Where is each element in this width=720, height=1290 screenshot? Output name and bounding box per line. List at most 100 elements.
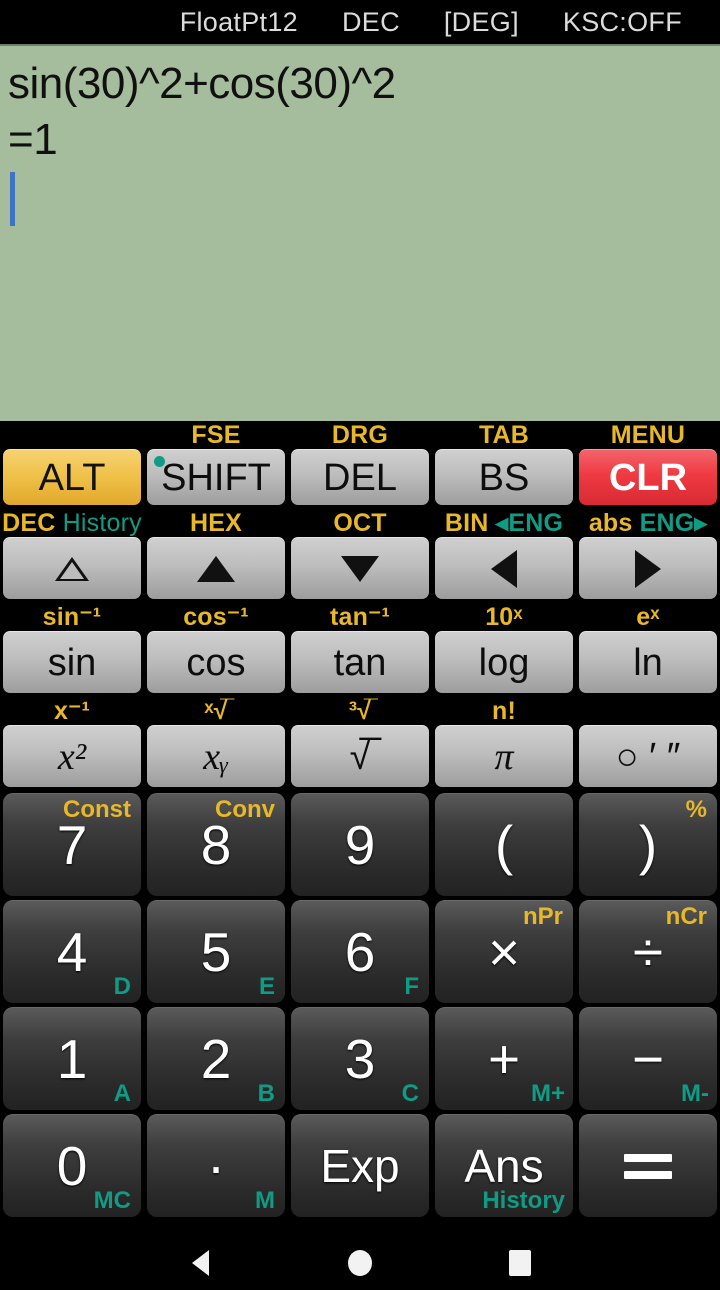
status-number-base[interactable]: DEC: [320, 7, 422, 38]
exponent-button[interactable]: Exp: [291, 1114, 429, 1217]
key-2[interactable]: 2B: [147, 1007, 285, 1110]
divide-button[interactable]: nCr ÷: [579, 900, 717, 1003]
key-7[interactable]: Const 7: [3, 793, 141, 896]
row3-keys: sin cos tan log ln: [0, 631, 720, 697]
open-paren-label: (: [494, 813, 514, 876]
equals-button[interactable]: [579, 1114, 717, 1217]
minus-button[interactable]: − M-: [579, 1007, 717, 1110]
label-cube-root: ³√̅: [348, 696, 372, 725]
key-6-hex-label: F: [404, 973, 419, 1000]
log-button[interactable]: log: [435, 631, 573, 693]
clr-button[interactable]: CLR: [579, 449, 717, 505]
row1-labels: FSE DRG TAB MENU: [0, 421, 720, 449]
triangle-up-outline-icon: [55, 556, 89, 581]
text-cursor: [10, 172, 15, 226]
pi-button[interactable]: π: [435, 725, 573, 787]
cos-button[interactable]: cos: [147, 631, 285, 693]
close-paren-button[interactable]: %): [579, 793, 717, 896]
display-expression: sin(30)^2+cos(30)^2: [8, 59, 396, 108]
status-angle-mode[interactable]: [DEG]: [422, 7, 541, 38]
key-0-label: 0: [56, 1134, 88, 1197]
del-button[interactable]: DEL: [291, 449, 429, 505]
key-9[interactable]: 9: [291, 793, 429, 896]
row7-keys: 1A 2B 3C + M+ − M-: [0, 1005, 720, 1112]
label-blank-2: [576, 697, 720, 725]
label-hex: HEX: [189, 508, 242, 537]
plus-button[interactable]: + M+: [435, 1007, 573, 1110]
shift-active-dot-icon: [154, 456, 165, 467]
key-0[interactable]: 0 MC: [3, 1114, 141, 1217]
nav-back-button[interactable]: [120, 1249, 280, 1276]
multiply-button[interactable]: nPr ×: [435, 900, 573, 1003]
key-5-label: 5: [200, 920, 232, 983]
label-x-inverse: x⁻¹: [53, 696, 91, 725]
sin-button[interactable]: sin: [3, 631, 141, 693]
key-1[interactable]: 1A: [3, 1007, 141, 1110]
key-8[interactable]: Conv 8: [147, 793, 285, 896]
key-4[interactable]: 4D: [3, 900, 141, 1003]
label-acos: cos⁻¹: [183, 602, 249, 631]
row4-labels: x⁻¹ ˣ√̅ ³√̅ n!: [0, 697, 720, 725]
row2-keys: [0, 537, 720, 603]
triangle-right-icon: [635, 549, 661, 588]
memory-recall-label: M: [255, 1187, 275, 1214]
degree-minute-second-button[interactable]: ○ ′ ″: [579, 725, 717, 787]
label-dec-history: DEC History: [0, 509, 144, 537]
key-1-hex-label: A: [113, 1080, 131, 1107]
label-atan: tan⁻¹: [329, 602, 391, 631]
key-9-label: 9: [344, 813, 376, 876]
decimal-point-button[interactable]: · M: [147, 1114, 285, 1217]
square-root-button[interactable]: √̅: [291, 725, 429, 787]
key-3-label: 3: [344, 1027, 376, 1090]
triangle-up-icon: [197, 555, 235, 582]
key-4-hex-label: D: [113, 973, 131, 1000]
row6-keys: 4D 5E 6F nPr × nCr ÷: [0, 898, 720, 1005]
calculator-display[interactable]: sin(30)^2+cos(30)^2 =1: [0, 44, 720, 421]
memory-clear-label: MC: [93, 1187, 131, 1214]
tan-button[interactable]: tan: [291, 631, 429, 693]
row5-keys: Const 7 Conv 8 9 ( %): [0, 791, 720, 898]
x-power-y-button[interactable]: xᵧ: [147, 725, 285, 787]
keypad: FSE DRG TAB MENU ALT SHIFT DEL BS CLR DE…: [0, 421, 720, 1219]
bs-button[interactable]: BS: [435, 449, 573, 505]
divide-label: ÷: [632, 920, 664, 983]
cursor-up-button[interactable]: [147, 537, 285, 599]
label-oct: OCT: [333, 508, 387, 537]
android-nav-bar: [0, 1235, 720, 1290]
ln-button[interactable]: ln: [579, 631, 717, 693]
label-bin-eng: BIN ◂ENG: [444, 508, 564, 537]
cursor-up-page-button[interactable]: [3, 537, 141, 599]
memory-plus-label: M+: [530, 1080, 565, 1107]
open-paren-button[interactable]: (: [435, 793, 573, 896]
cursor-right-button[interactable]: [579, 537, 717, 599]
triangle-down-icon: [341, 555, 379, 582]
multiply-label: ×: [487, 920, 521, 983]
label-asin: sin⁻¹: [42, 602, 102, 631]
nav-recents-button[interactable]: [440, 1249, 600, 1276]
key-3[interactable]: 3C: [291, 1007, 429, 1110]
answer-button[interactable]: Ans History: [435, 1114, 573, 1217]
key-5[interactable]: 5E: [147, 900, 285, 1003]
alt-button[interactable]: ALT: [3, 449, 141, 505]
nav-home-button[interactable]: [280, 1249, 440, 1276]
cursor-left-button[interactable]: [435, 537, 573, 599]
memory-minus-label: M-: [681, 1080, 709, 1107]
status-ksc[interactable]: KSC:OFF: [541, 7, 704, 38]
key-4-label: 4: [56, 920, 88, 983]
history-alt-label: History: [482, 1187, 565, 1214]
key-1-label: 1: [56, 1027, 88, 1090]
row8-keys: 0 MC · M Exp Ans History: [0, 1112, 720, 1219]
label-blank: [0, 421, 144, 449]
label-dec: DEC: [2, 508, 56, 537]
close-paren-label: ): [638, 813, 658, 876]
back-icon: [191, 1249, 209, 1276]
key-6[interactable]: 6F: [291, 900, 429, 1003]
key-8-label: 8: [200, 813, 232, 876]
home-icon: [348, 1249, 372, 1276]
cursor-down-button[interactable]: [291, 537, 429, 599]
shift-button[interactable]: SHIFT: [147, 449, 285, 505]
label-drg: DRG: [331, 420, 389, 449]
status-float-precision[interactable]: FloatPt12: [158, 7, 320, 38]
label-xth-root: ˣ√̅: [204, 696, 228, 725]
x-squared-button[interactable]: x²: [3, 725, 141, 787]
